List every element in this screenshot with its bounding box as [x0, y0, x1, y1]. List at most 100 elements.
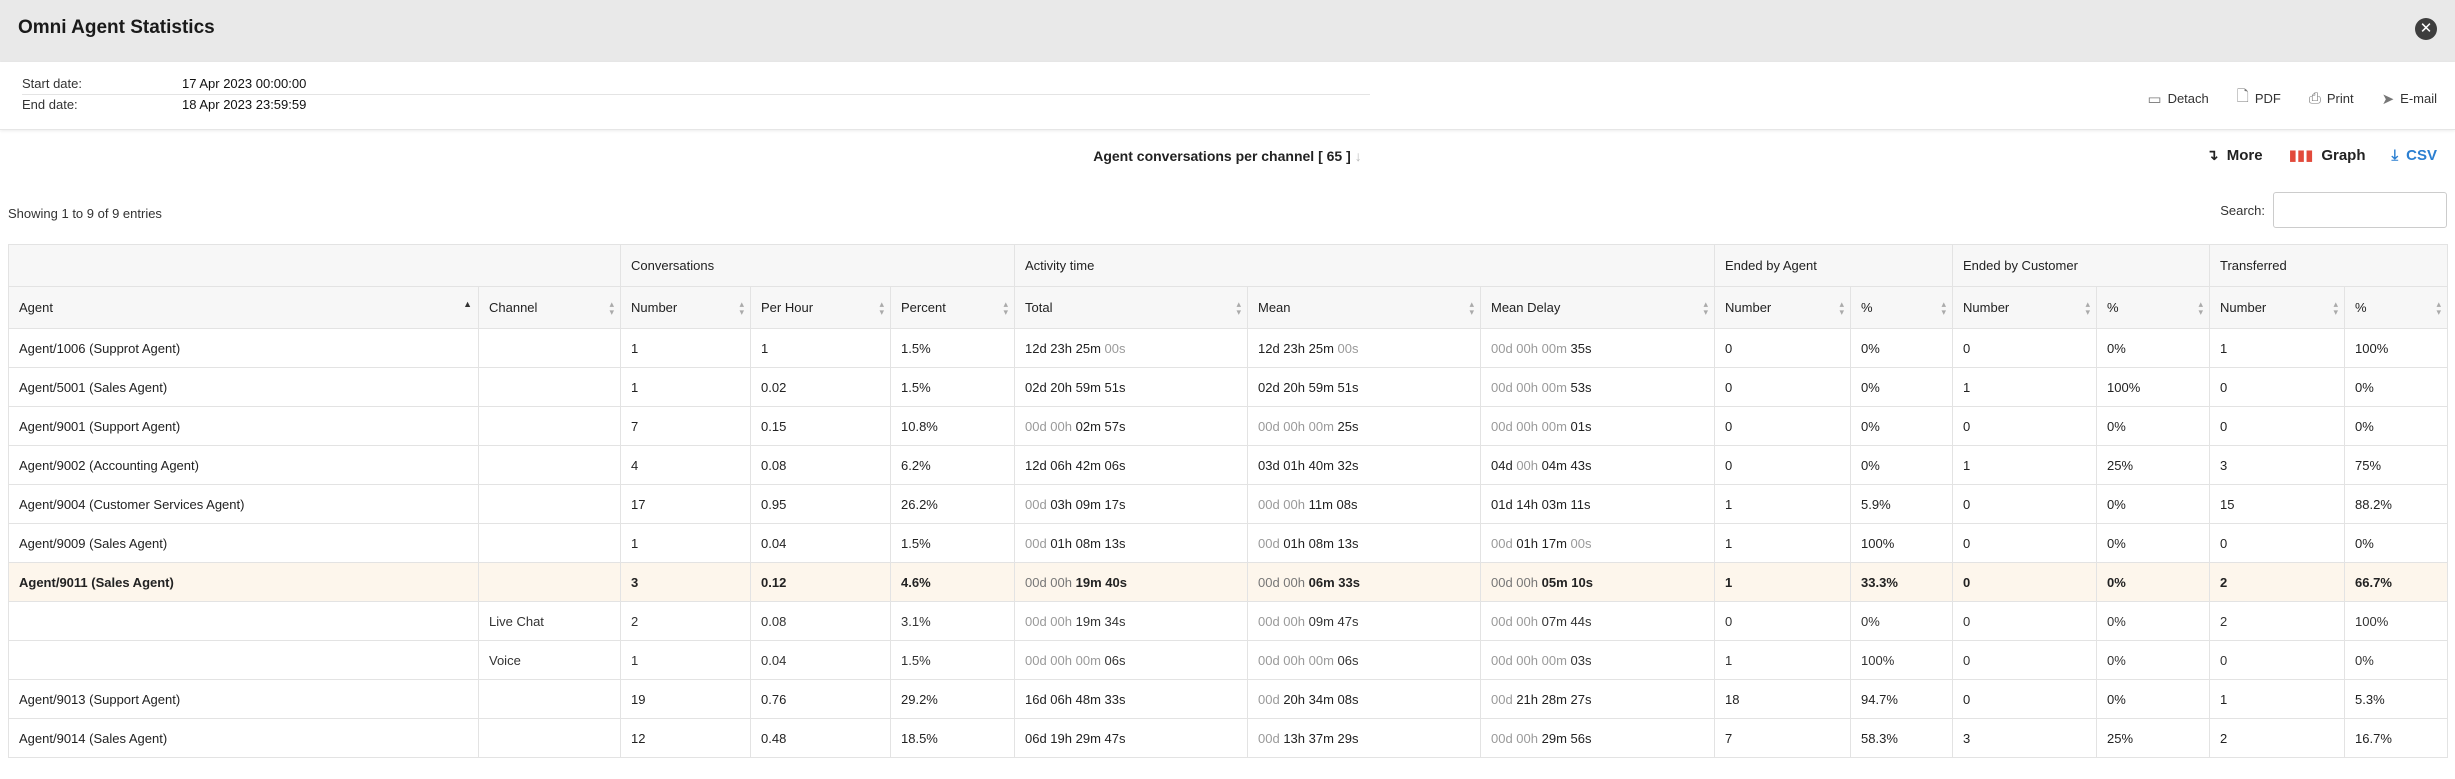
transferred-percent-cell: 0%: [2344, 367, 2449, 407]
time-segment: 02d 20h 59m 51s: [1025, 379, 1126, 395]
time-segment: 11m 08s: [1305, 496, 1358, 512]
column-header-label: %: [2107, 300, 2119, 315]
conversations-number-cell: 12: [620, 718, 751, 758]
column-header-mean-delay[interactable]: Mean Delay ▴ ▾: [1479, 286, 1716, 329]
column-header-agent[interactable]: Agent ▲: [8, 286, 479, 329]
table-row[interactable]: Agent/9009 (Sales Agent) 1 0.04 1.5% 00d 01h…: [8, 523, 2449, 563]
email-button[interactable]: ➤ E-mail: [2382, 86, 2437, 111]
column-header-label: Mean Delay: [1491, 300, 1561, 315]
column-header-ended-customer-percent[interactable]: % ▴ ▾: [2096, 286, 2211, 329]
sort-icon: ▴ ▾: [2436, 299, 2442, 317]
mean-time-cell: 00d 00h 11m 08s: [1247, 484, 1481, 524]
mean-delay-cell: 01d 14h 03m 11s: [1479, 484, 1716, 524]
transferred-percent-cell: 75%: [2344, 445, 2449, 485]
csv-button[interactable]: ⤓ CSV: [2392, 146, 2437, 164]
report-toolbar: ↴ More ▮▮▮ Graph ⤓ CSV: [2206, 146, 2437, 165]
time-segment: 16d 06h 48m 33s: [1025, 691, 1126, 707]
time-segment: 00d: [1025, 496, 1047, 512]
time-segment: 00d 00h: [1258, 574, 1305, 590]
agent-cell: Agent/9001 (Support Agent): [8, 406, 479, 446]
per-hour-cell: 0.08: [750, 445, 891, 485]
per-hour-cell: 1: [750, 328, 891, 368]
column-header-per-hour[interactable]: Per Hour ▴ ▾: [750, 286, 891, 329]
ended-agent-percent-cell: 0%: [1850, 406, 1954, 446]
column-header-label: Number: [631, 300, 678, 315]
group-header-row: Conversations Activity time Ended by Age…: [8, 244, 2449, 287]
table-row[interactable]: Agent/5001 (Sales Agent) 1 0.02 1.5% 02d 20h…: [8, 367, 2449, 407]
column-header-percent[interactable]: Percent ▴ ▾: [890, 286, 1015, 329]
arrow-down-icon[interactable]: ↓: [1355, 148, 1362, 164]
transferred-percent-cell: 88.2%: [2344, 484, 2449, 524]
ended-customer-percent-cell: 0%: [2096, 328, 2211, 368]
detach-icon: ▭: [2147, 90, 2162, 108]
table-row[interactable]: Agent/9002 (Accounting Agent) 4 0.08 6.2% 12…: [8, 445, 2449, 485]
table-row[interactable]: Agent/9004 (Customer Services Agent) 17 0.…: [8, 484, 2449, 524]
column-header-label: %: [2355, 300, 2367, 315]
column-header-label: Mean: [1258, 300, 1291, 315]
table-row[interactable]: Agent/9013 (Support Agent) 19 0.76 29.2% 16d…: [8, 679, 2449, 719]
report-title-text: Agent conversations per channel [ 65 ]: [1093, 148, 1351, 164]
paper-plane-icon: ➤: [2381, 90, 2395, 108]
column-header-total[interactable]: Total ▴ ▾: [1014, 286, 1248, 329]
column-header-ended-agent-percent[interactable]: % ▴ ▾: [1850, 286, 1954, 329]
agent-cell: Agent/1006 (Supprot Agent): [8, 328, 479, 368]
transferred-percent-cell: 0%: [2344, 523, 2449, 563]
column-header-conv-number[interactable]: Number ▴ ▾: [620, 286, 751, 329]
transferred-number-cell: 1: [2209, 679, 2346, 719]
time-segment: 00d 00h 00m: [1491, 379, 1567, 395]
time-segment: 35s: [1566, 340, 1592, 356]
search-input[interactable]: [2273, 192, 2447, 228]
channel-cell: [478, 679, 621, 719]
time-segment: 03d 01h 40m 32s: [1258, 457, 1359, 473]
mean-delay-cell: 00d 01h 17m 00s: [1479, 523, 1716, 563]
agent-cell: [8, 640, 479, 680]
time-segment: 01h 17m: [1512, 535, 1567, 551]
table-row[interactable]: Agent/9014 (Sales Agent) 12 0.48 18.5% 06d 1…: [8, 718, 2449, 758]
graph-button[interactable]: ▮▮▮ Graph: [2289, 146, 2366, 165]
group-header-empty: [8, 244, 621, 287]
table-row[interactable]: Agent/9011 (Sales Agent) 3 0.12 4.6% 00d 00h…: [8, 562, 2449, 602]
ended-agent-percent-cell: 94.7%: [1850, 679, 1954, 719]
column-header-transferred-percent[interactable]: % ▴ ▾: [2344, 286, 2449, 329]
detach-button[interactable]: ▭ Detach: [2147, 86, 2208, 111]
print-button[interactable]: ⎙ Print: [2309, 86, 2354, 111]
table-row[interactable]: Agent/1006 (Supprot Agent) 1 1 1.5% 12d 23h …: [8, 328, 2449, 368]
print-icon: ⎙: [2308, 90, 2321, 107]
time-segment: 00d 00h 00m: [1491, 652, 1567, 668]
transferred-percent-cell: 16.7%: [2344, 718, 2449, 758]
divider: [22, 94, 1370, 95]
more-label: More: [2226, 146, 2263, 164]
agent-cell: Agent/9002 (Accounting Agent): [8, 445, 479, 485]
title-bar: Omni Agent Statistics ✕: [0, 0, 2455, 62]
pdf-button[interactable]: 🗋 PDF: [2237, 86, 2281, 111]
channel-cell: [478, 484, 621, 524]
column-header-transferred-number[interactable]: Number ▴ ▾: [2209, 286, 2346, 329]
table-subrow[interactable]: Voice 1 0.04 1.5% 00d 00h 00m 06s 00d 00h 00m…: [8, 640, 2449, 680]
conversations-number-cell: 1: [620, 640, 751, 680]
mean-time-cell: 00d 13h 37m 29s: [1247, 718, 1481, 758]
mean-time-cell: 03d 01h 40m 32s: [1247, 445, 1481, 485]
table-row[interactable]: Agent/9001 (Support Agent) 7 0.15 10.8% 00d …: [8, 406, 2449, 446]
table-subrow[interactable]: Live Chat 2 0.08 3.1% 00d 00h 19m 34s 00d 00h…: [8, 601, 2449, 641]
percent-cell: 1.5%: [890, 328, 1015, 368]
mean-delay-cell: 00d 21h 28m 27s: [1479, 679, 1716, 719]
ended-agent-percent-cell: 0%: [1850, 445, 1954, 485]
sort-icon: ▴ ▾: [2198, 299, 2204, 317]
more-button[interactable]: ↴ More: [2206, 146, 2263, 165]
time-segment: 06s: [1333, 652, 1359, 668]
column-header-label: Percent: [901, 300, 946, 315]
column-header-channel[interactable]: Channel ▴ ▾: [478, 286, 621, 329]
mean-delay-cell: 00d 00h 07m 44s: [1479, 601, 1716, 641]
column-header-ended-customer-number[interactable]: Number ▴ ▾: [1952, 286, 2098, 329]
transferred-number-cell: 15: [2209, 484, 2346, 524]
mean-time-cell: 00d 00h 00m 06s: [1247, 640, 1481, 680]
sort-icon: ▴ ▾: [739, 299, 744, 317]
percent-cell: 4.6%: [890, 562, 1015, 602]
channel-cell: [478, 718, 621, 758]
total-time-cell: 00d 00h 00m 06s: [1014, 640, 1248, 680]
close-icon[interactable]: ✕: [2415, 18, 2437, 40]
ended-agent-number-cell: 1: [1714, 640, 1852, 680]
column-header-mean[interactable]: Mean ▴ ▾: [1247, 286, 1481, 329]
percent-cell: 26.2%: [890, 484, 1015, 524]
column-header-ended-agent-number[interactable]: Number ▴ ▾: [1714, 286, 1852, 329]
